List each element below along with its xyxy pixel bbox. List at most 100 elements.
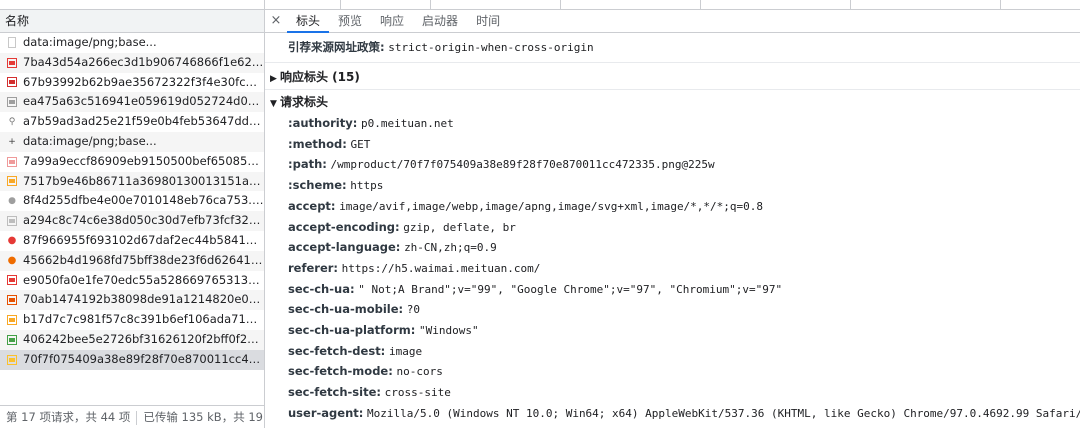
referrer-policy-row: 引荐来源网址政策: strict-origin-when-cross-origi… xyxy=(288,39,594,55)
header-value: gzip, deflate, br xyxy=(403,220,516,234)
header-value: image/avif,image/webp,image/apng,image/s… xyxy=(339,199,764,213)
header-key: :method: xyxy=(288,136,347,151)
header-key: sec-ch-ua-platform: xyxy=(288,323,416,337)
request-header-row: sec-ch-ua: " Not;A Brand";v="99", "Googl… xyxy=(288,282,782,296)
request-row[interactable]: ● 87f966955f693102d67daf2ec44b58411361.pn… xyxy=(0,231,264,251)
tab-3[interactable]: 启动器 xyxy=(413,10,467,32)
request-name: data:image/png;base... xyxy=(23,35,157,49)
header-value: ?0 xyxy=(406,303,421,317)
image-icon xyxy=(7,156,17,167)
request-row[interactable]: 406242bee5e2726bf31626120f2bff0f2660.pn.… xyxy=(0,329,264,350)
header-value: no-cors xyxy=(396,365,443,379)
toolbar-divider xyxy=(700,0,701,9)
request-details-pane: × 标头 预览 响应 启动器 时间 引荐来源网址政策: strict-origin-wh… xyxy=(265,10,1080,428)
top-toolbar-edge xyxy=(0,0,1080,10)
name-column-header[interactable]: 名称 xyxy=(0,10,264,33)
toolbar-divider xyxy=(340,0,341,9)
header-value: GET xyxy=(350,137,371,151)
details-tabs: × 标头 预览 响应 启动器 时间 xyxy=(265,10,1080,33)
request-name: b17d7c7c981f57c8c391b6ef106ada712692.pn.… xyxy=(23,312,264,327)
header-key: :scheme: xyxy=(288,178,347,193)
request-headers-section[interactable]: ▼ 请求标头 xyxy=(270,93,328,110)
header-value: Mozilla/5.0 (Windows NT 10.0; Win64; x64… xyxy=(367,406,1080,420)
request-row[interactable]: 67b93992b62b9ae35672322f3f4e30fc391107..… xyxy=(0,73,264,93)
request-row[interactable]: data:image/png;base... xyxy=(0,33,264,53)
request-name: 8f4d255dfbe4e00e7010148eb76ca753.png xyxy=(23,193,264,208)
image-icon xyxy=(7,57,17,68)
request-row[interactable]: 70f7f075409a38e89f28f70e870011cc472335.p… xyxy=(0,349,264,370)
image-icon xyxy=(7,97,17,108)
tab-1[interactable]: 预览 xyxy=(329,10,371,32)
transfer-size: 已传输 135 kB，共 191 k xyxy=(143,410,264,424)
header-value: zh-CN,zh;q=0.9 xyxy=(404,241,497,255)
plus-icon: + xyxy=(8,136,16,147)
header-key: sec-fetch-dest: xyxy=(288,343,386,358)
request-header-row: sec-fetch-mode: no-cors xyxy=(288,364,443,378)
toolbar-divider xyxy=(560,0,561,9)
header-key: 引荐来源网址政策: xyxy=(288,40,385,54)
triangle-down-icon: ▼ xyxy=(270,99,277,109)
image-icon xyxy=(7,176,17,187)
request-header-row: referer: https://h5.waimai.meituan.com/ xyxy=(288,261,540,275)
toolbar-divider xyxy=(850,0,851,9)
request-count: 第 17 项请求，共 44 项 xyxy=(6,410,131,424)
tab-0[interactable]: 标头 xyxy=(287,10,330,33)
request-name: 45662b4d1968fd75bff38de23f6d62641421.png xyxy=(23,252,264,267)
request-row[interactable]: e9050fa0e1fe70edc55a5286697653132048.png xyxy=(0,271,264,291)
close-icon[interactable]: × xyxy=(265,10,287,32)
header-value: strict-origin-when-cross-origin xyxy=(388,41,594,54)
request-row[interactable]: ⚲ a7b59ad3ad25e21f59e0b4feb53647dd1517.p.… xyxy=(0,112,264,132)
header-value: " Not;A Brand";v="99", "Google Chrome";v… xyxy=(358,282,783,296)
request-list-pane: 名称 data:image/png;base... 7ba43d54a266ec3… xyxy=(0,10,265,428)
request-header-row: :method: GET xyxy=(288,137,370,151)
circle-icon: ● xyxy=(7,234,17,246)
header-key: :path: xyxy=(288,157,327,172)
divider xyxy=(265,62,1080,63)
request-row[interactable]: 7a99a9eccf86909eb9150500bef65085617.png xyxy=(0,152,264,172)
request-row[interactable]: 70ab1474192b38098de91a1214820e07612.png xyxy=(0,290,264,311)
request-name: e9050fa0e1fe70edc55a5286697653132048.png xyxy=(23,272,264,287)
header-value: "Windows" xyxy=(418,324,479,337)
header-value: p0.meituan.net xyxy=(361,117,454,130)
request-row[interactable]: ea475a63c516941e059619d052724d01746.png xyxy=(0,92,264,113)
request-name: 7ba43d54a266ec3d1b906746866f1e6283699...… xyxy=(23,54,264,69)
request-name: 87f966955f693102d67daf2ec44b58411361.png xyxy=(23,232,264,247)
request-row[interactable]: + data:image/png;base... xyxy=(0,131,264,152)
image-icon xyxy=(7,77,17,88)
toolbar-divider xyxy=(430,0,431,9)
section-title: 响应标头 (15) xyxy=(280,70,360,84)
image-icon xyxy=(7,216,17,227)
request-header-row: :authority: p0.meituan.net xyxy=(288,116,454,130)
request-header-row: accept-language: zh-CN,zh;q=0.9 xyxy=(288,240,497,254)
request-header-row: accept-encoding: gzip, deflate, br xyxy=(288,220,516,234)
divider xyxy=(265,89,1080,90)
request-row[interactable]: 7ba43d54a266ec3d1b906746866f1e6283699...… xyxy=(0,52,264,73)
request-name: 70ab1474192b38098de91a1214820e07612.png xyxy=(23,292,264,307)
request-name: 67b93992b62b9ae35672322f3f4e30fc391107..… xyxy=(23,74,264,89)
image-icon xyxy=(7,315,17,326)
header-value: /wmproduct/70f7f075409a38e89f28f70e87001… xyxy=(330,158,715,172)
header-key: :authority: xyxy=(288,116,358,130)
tab-2[interactable]: 响应 xyxy=(371,10,413,32)
image-icon xyxy=(7,275,17,286)
request-row[interactable]: b17d7c7c981f57c8c391b6ef106ada712692.pn.… xyxy=(0,310,264,330)
header-key: sec-ch-ua-mobile: xyxy=(288,302,404,317)
request-header-row: sec-ch-ua-mobile: ?0 xyxy=(288,302,420,316)
request-row[interactable]: ● 45662b4d1968fd75bff38de23f6d62641421.pn… xyxy=(0,250,264,271)
tab-4[interactable]: 时间 xyxy=(467,10,509,32)
header-key: sec-fetch-mode: xyxy=(288,364,393,379)
request-row[interactable]: 7517b9e46b86711a36980130013151a74033.j..… xyxy=(0,171,264,192)
request-row[interactable]: a294c8c74c6e38d050c30d7efb73fcf32475.png xyxy=(0,211,264,231)
request-name: a7b59ad3ad25e21f59e0b4feb53647dd1517.p..… xyxy=(23,114,264,129)
request-name: 7517b9e46b86711a36980130013151a74033.j..… xyxy=(23,173,264,188)
request-row[interactable]: ● 8f4d255dfbe4e00e7010148eb76ca753.png xyxy=(0,191,264,211)
response-headers-section[interactable]: ▶ 响应标头 (15) xyxy=(270,68,360,85)
header-key: accept-encoding: xyxy=(288,219,400,234)
request-header-row: user-agent: Mozilla/5.0 (Windows NT 10.0… xyxy=(288,406,1080,420)
image-icon xyxy=(7,354,17,365)
status-bar: 第 17 项请求，共 44 项已传输 135 kB，共 191 k xyxy=(0,405,264,428)
toolbar-divider xyxy=(264,0,265,9)
request-name: a294c8c74c6e38d050c30d7efb73fcf32475.png xyxy=(23,213,264,228)
request-header-row: :scheme: https xyxy=(288,178,383,192)
header-value: image xyxy=(388,344,423,358)
